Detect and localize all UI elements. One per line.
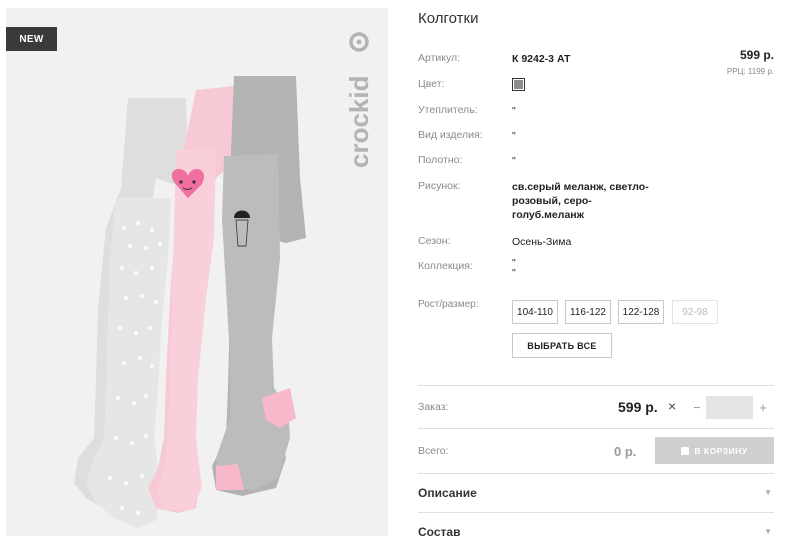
product-gallery[interactable]: NEW crockid <box>6 8 388 536</box>
order-label: Заказ: <box>418 401 449 413</box>
divider <box>418 385 774 386</box>
attr-value-article: К 9242-3 АТ <box>512 53 571 65</box>
attr-label-collection: Коллекция: <box>418 260 473 272</box>
product-title: Колготки <box>418 10 479 27</box>
product-rrp: РРЦ: 1199 р. <box>726 67 774 76</box>
size-option-92-98[interactable]: 92-98 <box>672 300 718 324</box>
quantity-increase-button[interactable]: + <box>756 397 770 417</box>
add-to-cart-button[interactable]: В КОРЗИНУ <box>655 437 774 464</box>
multiply-icon: × <box>668 398 677 414</box>
total-value: 0 р. <box>614 444 637 459</box>
add-to-cart-label: В КОРЗИНУ <box>694 445 748 456</box>
attr-value-collection: " " <box>512 257 516 279</box>
attr-label-product-type: Вид изделия: <box>418 129 483 141</box>
attr-label-insulation: Утеплитель: <box>418 104 478 116</box>
shopping-bag-icon <box>681 446 690 455</box>
product-image <box>74 76 306 528</box>
color-swatch[interactable] <box>512 78 525 91</box>
new-badge: NEW <box>6 27 57 51</box>
quantity-input[interactable] <box>706 396 753 419</box>
brand-logo: crockid <box>344 32 374 169</box>
product-price: 599 р. <box>739 48 774 62</box>
order-price: 599 р. <box>618 399 658 415</box>
svg-text:crockid: crockid <box>344 76 374 169</box>
size-option-104-110[interactable]: 104-110 <box>512 300 558 324</box>
divider <box>418 428 774 429</box>
attr-value-insulation: " <box>512 105 516 117</box>
attr-value-pattern: св.серый меланж, светло-розовый, серо-го… <box>512 181 649 221</box>
attr-label-article: Артикул: <box>418 52 461 64</box>
product-info: Колготки 599 р. РРЦ: 1199 р. Артикул: К … <box>418 0 774 536</box>
chevron-down-icon[interactable]: ▼ <box>764 488 772 497</box>
attr-value-season: Осень-Зима <box>512 236 572 248</box>
chevron-down-icon[interactable]: ▼ <box>764 527 772 536</box>
divider <box>418 473 774 474</box>
attr-value-fabric: " <box>512 155 516 167</box>
select-all-sizes-button[interactable]: ВЫБРАТЬ ВСЕ <box>512 333 612 358</box>
attr-value-product-type: " <box>512 130 516 142</box>
accordion-composition-title[interactable]: Состав <box>418 525 460 536</box>
color-swatch-fill <box>514 80 523 89</box>
attr-label-season: Сезон: <box>418 235 451 247</box>
accordion-description-title[interactable]: Описание <box>418 486 477 500</box>
attr-label-pattern: Рисунок: <box>418 180 461 192</box>
size-label: Рост/размер: <box>418 299 479 310</box>
size-option-122-128[interactable]: 122-128 <box>618 300 664 324</box>
total-label: Всего: <box>418 445 449 457</box>
attr-label-color: Цвет: <box>418 78 445 90</box>
attr-label-fabric: Полотно: <box>418 154 463 166</box>
divider <box>418 512 774 513</box>
size-option-116-122[interactable]: 116-122 <box>565 300 611 324</box>
quantity-decrease-button[interactable]: − <box>690 397 704 417</box>
